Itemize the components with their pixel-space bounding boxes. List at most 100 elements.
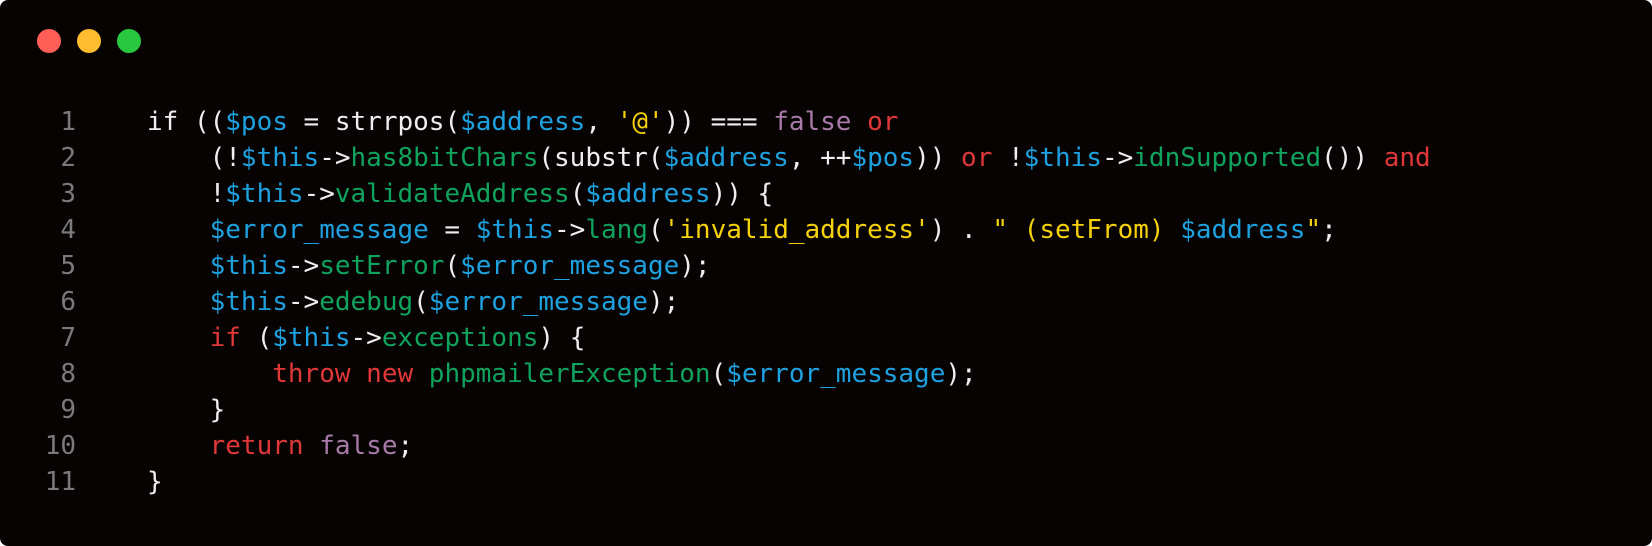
- line-number: 11: [44, 467, 76, 497]
- code-token-function: exceptions: [381, 323, 539, 353]
- code-token-plain: ->: [287, 251, 320, 281]
- code-token-plain: (: [710, 359, 727, 389]
- code-token-keyword: if: [209, 323, 241, 353]
- line-number: 10: [44, 431, 76, 461]
- code-token-keyword: throw: [272, 359, 351, 389]
- code-token-keyword: and: [1383, 143, 1431, 173]
- code-token-plain: }: [147, 467, 163, 497]
- code-token-plain: (: [647, 215, 664, 245]
- code-line: 4 $error_message = $this->lang('invalid_…: [0, 212, 1431, 248]
- line-source: return false;: [147, 428, 414, 464]
- code-line: 9 }: [0, 392, 1431, 428]
- line-number: 4: [60, 215, 76, 245]
- code-line: 7 if ($this->exceptions) {: [0, 320, 1431, 356]
- code-token-plain: (!: [147, 143, 241, 173]
- code-token-variable: $error_message: [428, 287, 648, 317]
- line-number: 8: [60, 359, 76, 389]
- line-source: $this->edebug($error_message);: [147, 284, 680, 320]
- code-line: 1 if (($pos = strrpos($address, '@')) ===…: [0, 104, 1431, 140]
- code-token-variable: $error_message: [209, 215, 429, 245]
- code-token-plain: )) ===: [663, 107, 774, 137]
- code-token-variable: $this: [225, 179, 304, 209]
- code-token-plain: ->: [319, 143, 351, 173]
- line-source: }: [147, 464, 163, 500]
- maximize-button[interactable]: [117, 29, 141, 53]
- line-source: !$this->validateAddress($address)) {: [147, 176, 774, 212]
- code-token-function: has8bitChars: [350, 143, 539, 173]
- code-token-function: validateAddress: [334, 179, 570, 209]
- code-token-plain: (: [240, 323, 273, 353]
- code-token-constant: false: [773, 107, 852, 137]
- code-token-plain: =: [428, 215, 476, 245]
- code-token-plain: (: [569, 179, 586, 209]
- code-token-plain: (substr(: [538, 143, 664, 173]
- code-token-function: edebug: [319, 287, 414, 317]
- code-token-plain: );: [679, 251, 711, 281]
- code-token-plain: ;: [397, 431, 414, 461]
- code-token-constant: false: [319, 431, 398, 461]
- code-token-plain: (: [444, 251, 461, 281]
- code-line: 6 $this->edebug($error_message);: [0, 284, 1431, 320]
- code-token-plain: (: [413, 287, 429, 317]
- line-number: 2: [60, 143, 76, 173]
- line-number: 7: [60, 323, 76, 353]
- code-token-plain: ->: [554, 215, 586, 245]
- code-token-plain: ,: [585, 107, 617, 137]
- code-token-variable: $this: [475, 215, 555, 245]
- window-controls: [37, 29, 141, 53]
- code-token-variable: $address: [1180, 215, 1306, 245]
- code-token-plain: ->: [287, 287, 320, 317]
- code-token-plain: ()): [1321, 143, 1384, 173]
- minimize-button[interactable]: [77, 29, 101, 53]
- line-source: $this->setError($error_message);: [147, 248, 711, 284]
- code-token-string: " (setFrom): [992, 215, 1181, 245]
- code-token-plain: !: [992, 143, 1024, 173]
- code-token-keyword: new: [366, 359, 414, 389]
- code-token-function: lang: [585, 215, 648, 245]
- code-token-variable: $address: [663, 143, 789, 173]
- code-line: 10 return false;: [0, 428, 1431, 464]
- code-line: 2 (!$this->has8bitChars(substr($address,…: [0, 140, 1431, 176]
- code-token-plain: ) .: [929, 215, 993, 245]
- close-button[interactable]: [37, 29, 61, 53]
- code-token-plain: ->: [350, 323, 382, 353]
- line-number: 9: [60, 395, 76, 425]
- code-token-plain: ) {: [538, 323, 586, 353]
- code-token-variable: $this: [209, 287, 288, 317]
- code-block: 1 if (($pos = strrpos($address, '@')) ===…: [0, 104, 1431, 500]
- code-line: 8 throw new phpmailerException($error_me…: [0, 356, 1431, 392]
- line-source: throw new phpmailerException($error_mess…: [147, 356, 976, 392]
- code-token-string: '@': [616, 107, 664, 137]
- code-token-plain: ((: [178, 107, 226, 137]
- code-token-keyword: return: [209, 431, 304, 461]
- code-token-string: 'invalid_address': [663, 215, 930, 245]
- code-token-variable: $address: [585, 179, 711, 209]
- code-token-plain: ;: [1321, 215, 1337, 245]
- line-number: 3: [60, 179, 76, 209]
- code-line: 5 $this->setError($error_message);: [0, 248, 1431, 284]
- code-token-function: idnSupported: [1133, 143, 1322, 173]
- code-token-variable: $error_message: [460, 251, 680, 281]
- code-token-variable: $address: [460, 107, 586, 137]
- line-source: if ($this->exceptions) {: [147, 320, 586, 356]
- code-token-plain: = strrpos(: [287, 107, 461, 137]
- line-number: 6: [60, 287, 76, 317]
- code-token-plain: )) {: [710, 179, 774, 209]
- line-number: 1: [60, 107, 76, 137]
- code-token-keyword: or: [867, 107, 899, 137]
- line-source: $error_message = $this->lang('invalid_ad…: [147, 212, 1337, 248]
- code-token-variable: $this: [240, 143, 320, 173]
- code-token-string: ": [1305, 215, 1322, 245]
- code-line: 11}: [0, 464, 1431, 500]
- line-number: 5: [60, 251, 76, 281]
